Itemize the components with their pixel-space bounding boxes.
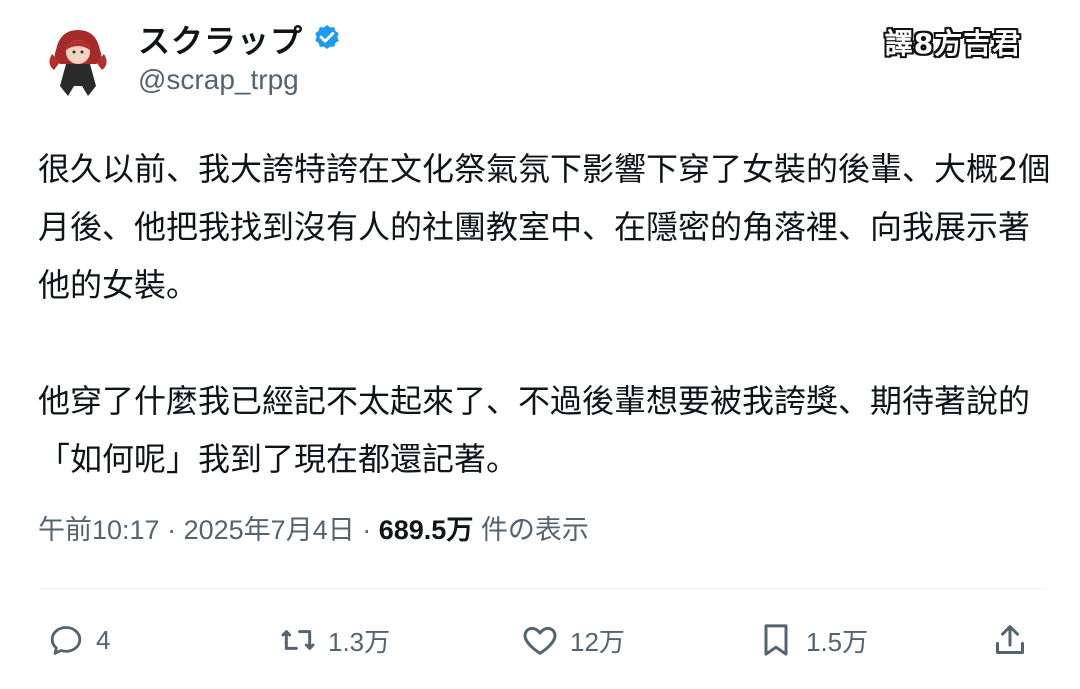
share-icon [996,625,1024,654]
bookmark-icon [764,624,788,656]
tweet-time[interactable]: 午前10:17 [38,515,160,545]
reply-button[interactable]: 4 [46,612,110,668]
like-count: 12万 [570,626,625,657]
like-button[interactable]: 12万 [520,612,625,668]
avatar[interactable] [38,20,118,100]
translator-watermark: 譯8方吉君 [884,27,1022,60]
views-count: 689.5万 [378,515,474,545]
bookmark-count: 1.5万 [806,626,869,657]
tweet-body: 很久以前、我大誇特誇在文化祭氣氛下影響下穿了女裝的後輩、大概2個月後、他把我找到… [38,140,1058,488]
like-icon [523,626,557,655]
retweet-button[interactable]: 1.3万 [278,612,390,668]
views-label: 件の表示 [480,515,589,545]
author-handle[interactable]: @scrap_trpg [138,64,299,96]
reply-icon [50,626,82,655]
bookmark-button[interactable]: 1.5万 [756,612,868,668]
tweet-paragraph: 很久以前、我大誇特誇在文化祭氣氛下影響下穿了女裝的後輩、大概2個月後、他把我找到… [38,150,1051,304]
meta-separator: · [362,515,372,545]
meta-separator: · [167,515,177,545]
avatar-illustration [38,20,118,100]
retweet-icon [281,630,315,650]
tweet-paragraph: 他穿了什麼我已經記不太起來了、不過後輩想要被我誇獎、期待著說的「如何呢」我到了現… [38,382,1031,478]
author-name[interactable]: スクラップ [138,16,303,62]
share-button[interactable] [990,612,1030,668]
retweet-count: 1.3万 [328,626,391,657]
divider [38,588,1046,589]
tweet-date[interactable]: 2025年7月4日 [184,515,355,545]
verified-badge-icon [311,23,343,55]
reply-count: 4 [96,624,111,655]
author-name-row: スクラップ [138,16,343,62]
tweet-meta: 午前10:17 · 2025年7月4日 · 689.5万 件の表示 [38,508,589,547]
tweet-actions: 4 1.3万 12万 1.5万 [0,612,1080,672]
